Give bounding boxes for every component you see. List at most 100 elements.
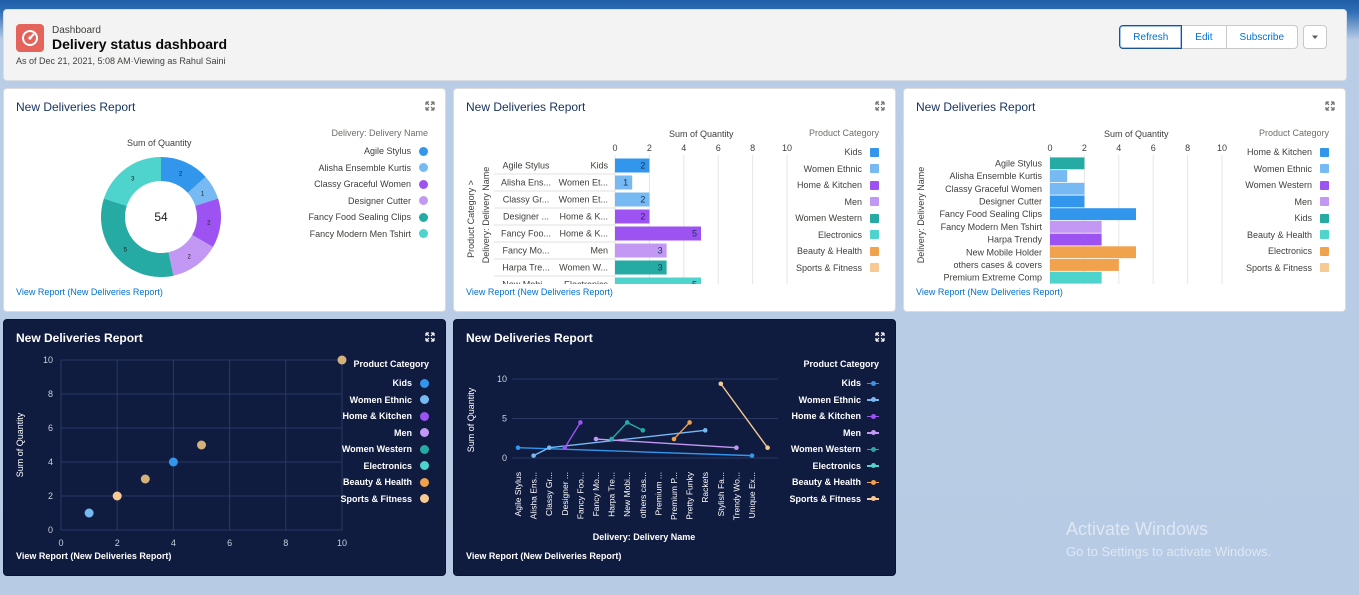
chart-legend: Home & Kitchen Women Ethnic Women Western M…: [1219, 144, 1329, 276]
view-report-link[interactable]: View Report (New Deliveries Report): [916, 287, 1063, 297]
legend-item[interactable]: Agile Stylus: [268, 143, 428, 160]
legend-swatch: [1320, 213, 1329, 223]
view-report-link[interactable]: View Report (New Deliveries Report): [16, 287, 163, 297]
x-tick-label: Premium ...: [653, 472, 663, 515]
legend-item[interactable]: Men: [769, 425, 879, 442]
view-report-link[interactable]: View Report (New Deliveries Report): [466, 551, 621, 561]
legend-item[interactable]: Electronics: [319, 458, 429, 475]
legend-label: Electronics: [817, 229, 862, 240]
subscribe-button[interactable]: Subscribe: [1226, 25, 1298, 49]
expand-icon[interactable]: [1325, 101, 1335, 111]
legend-item[interactable]: Women Ethnic: [769, 161, 879, 178]
chevron-down-icon: [1312, 35, 1318, 39]
legend-item[interactable]: Women Western: [1219, 177, 1329, 194]
legend-item[interactable]: Beauty & Health: [319, 474, 429, 491]
series-line: [673, 421, 691, 440]
legend-item[interactable]: Fancy Modern Men Tshirt: [268, 226, 428, 243]
refresh-button[interactable]: Refresh: [1119, 25, 1183, 49]
bar-value-label: 3: [658, 263, 663, 273]
legend-item[interactable]: Designer Cutter: [268, 193, 428, 210]
bar: [1050, 259, 1119, 271]
row-name-label: Classy Graceful Women: [945, 184, 1042, 194]
legend-label: Home & Kitchen: [796, 180, 862, 191]
series-point: [734, 445, 739, 451]
legend-label: Electronics: [363, 460, 412, 471]
legend-item[interactable]: Home & Kitchen: [769, 177, 879, 194]
bar: [1050, 233, 1102, 246]
x-tick-label: 8: [283, 538, 288, 548]
legend-item[interactable]: Home & Kitchen: [319, 408, 429, 425]
view-report-link[interactable]: View Report (New Deliveries Report): [16, 551, 171, 561]
legend-item[interactable]: Electronics: [769, 227, 879, 244]
legend-swatch: [1320, 197, 1329, 207]
legend-item[interactable]: Sports & Fitness: [769, 491, 879, 508]
legend-item[interactable]: Sports & Fitness: [1219, 260, 1329, 277]
legend-item[interactable]: Women Ethnic: [769, 392, 879, 409]
scatter-point: [140, 474, 150, 484]
row-category-label: Home & K...: [559, 212, 608, 222]
legend-item[interactable]: Home & Kitchen: [769, 408, 879, 425]
legend-item[interactable]: Men: [769, 194, 879, 211]
legend-item[interactable]: Men: [319, 425, 429, 442]
legend-label: Designer Cutter: [347, 195, 411, 206]
activate-windows-title: Activate Windows: [1066, 519, 1209, 539]
legend-title: Product Category: [1258, 128, 1329, 138]
edit-button[interactable]: Edit: [1182, 25, 1227, 49]
x-tick-label: 8: [750, 143, 755, 153]
header-subtitle: Dashboard: [52, 25, 101, 36]
scatter-point: [337, 355, 347, 365]
scatter-point: [168, 457, 178, 467]
legend-swatch: [867, 412, 879, 421]
legend-item[interactable]: Home & Kitchen: [1219, 144, 1329, 161]
legend-title: Product Category: [353, 359, 429, 369]
row-name-label: Classy Gr...: [503, 195, 550, 205]
legend-item[interactable]: Beauty & Health: [1219, 227, 1329, 244]
legend-item[interactable]: Beauty & Health: [769, 474, 879, 491]
y-tick-label: 8: [48, 389, 53, 399]
legend-swatch: [870, 213, 879, 223]
y-tick-label: 10: [497, 374, 507, 384]
y-axis-label: Sum of Quantity: [466, 387, 476, 452]
legend-item[interactable]: Alisha Ensemble Kurtis: [268, 160, 428, 177]
row-name-label: Agile Stylus: [502, 161, 550, 171]
legend-label: Classy Graceful Women: [314, 179, 411, 190]
legend-title: Delivery: Delivery Name: [331, 128, 428, 138]
legend-label: Home & Kitchen: [791, 411, 861, 422]
x-tick-label: 4: [171, 538, 176, 548]
legend-item[interactable]: Women Western: [769, 441, 879, 458]
legend-item[interactable]: Kids: [769, 375, 879, 392]
legend-item[interactable]: Kids: [1219, 210, 1329, 227]
legend-item[interactable]: Electronics: [769, 458, 879, 475]
legend-item[interactable]: Sports & Fitness: [319, 491, 429, 508]
dashboard-icon: [16, 24, 44, 52]
expand-icon[interactable]: [875, 101, 885, 111]
legend-item[interactable]: Electronics: [1219, 243, 1329, 260]
legend-item[interactable]: Women Western: [769, 210, 879, 227]
chart-title: Sum of Quantity: [127, 138, 192, 148]
legend-label: Women Ethnic: [803, 163, 862, 174]
series-point: [578, 420, 583, 425]
expand-icon[interactable]: [425, 332, 435, 342]
legend-swatch: [420, 428, 429, 438]
legend-item[interactable]: Women Ethnic: [1219, 161, 1329, 178]
expand-icon[interactable]: [425, 101, 435, 111]
view-report-link[interactable]: View Report (New Deliveries Report): [466, 287, 613, 297]
activate-windows-text: Go to Settings to activate Windows.: [1066, 544, 1272, 559]
bar: [1050, 170, 1068, 182]
legend-item[interactable]: Kids: [769, 144, 879, 161]
row-name-label: Agile Stylus: [995, 158, 1043, 168]
legend-item[interactable]: Classy Graceful Women: [268, 176, 428, 193]
bar-value-label: 3: [658, 246, 663, 256]
legend-item[interactable]: Fancy Food Sealing Clips: [268, 209, 428, 226]
legend-item[interactable]: Kids: [319, 375, 429, 392]
legend-item[interactable]: Men: [1219, 194, 1329, 211]
legend-item[interactable]: Women Ethnic: [319, 392, 429, 409]
legend-item[interactable]: Sports & Fitness: [769, 260, 879, 277]
more-actions-button[interactable]: [1303, 25, 1327, 49]
legend-item[interactable]: Women Western: [319, 441, 429, 458]
legend-item[interactable]: Beauty & Health: [769, 243, 879, 260]
bar: [615, 226, 701, 241]
x-tick-label: 0: [58, 538, 63, 548]
legend-label: Sports & Fitness: [789, 493, 861, 504]
expand-icon[interactable]: [875, 332, 885, 342]
